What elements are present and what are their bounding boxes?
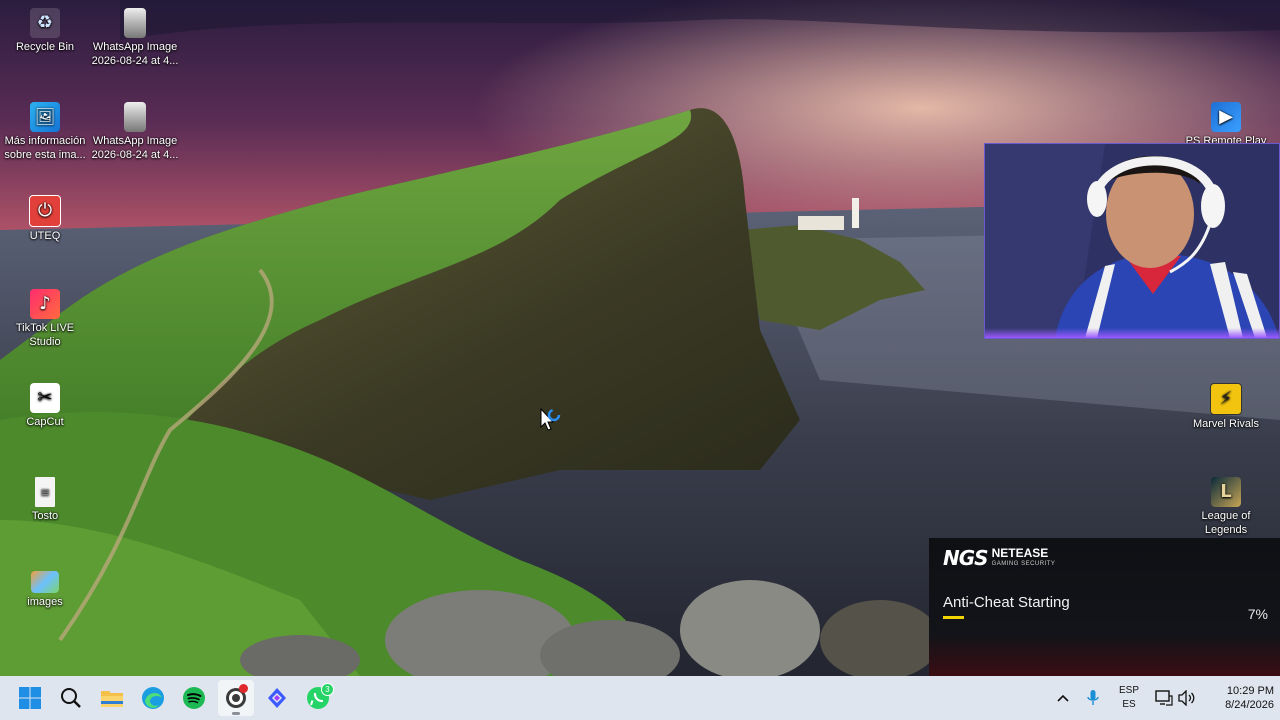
start-button[interactable] xyxy=(12,680,48,716)
desktop-icon-whatsapp-image-2[interactable]: WhatsApp Image 2026-08-24 at 4... xyxy=(90,102,180,162)
desktop-icon-label: CapCut xyxy=(26,416,64,428)
desktop-icon-marvel-rivals[interactable]: ⚡ Marvel Rivals xyxy=(1181,383,1271,431)
desktop-icon-tiktok-live-studio[interactable]: ♪ TikTok LIVE Studio xyxy=(0,289,90,349)
marvel-rivals-icon: ⚡ xyxy=(1210,383,1242,415)
spotify-icon xyxy=(183,687,205,709)
ngs-logo: NGS NETEASE GAMING SECURITY xyxy=(943,546,1055,570)
desktop-icon-recycle-bin[interactable]: ♻ Recycle Bin xyxy=(0,8,90,54)
anticheat-progress-bar xyxy=(943,616,964,619)
webcam-overlay xyxy=(984,143,1280,339)
whatsapp-button[interactable]: 3 xyxy=(300,680,336,716)
speaker-volume-icon xyxy=(1178,690,1195,706)
volume-button[interactable] xyxy=(1177,676,1197,720)
windows-logo-icon xyxy=(19,687,41,709)
spotify-button[interactable] xyxy=(176,680,212,716)
image-file-icon xyxy=(124,8,146,38)
input-keyboard-layout: ES xyxy=(1122,699,1136,710)
ngs-brand-name: NETEASE xyxy=(991,546,1049,560)
ngs-logo-mark: NGS xyxy=(943,546,989,570)
desktop-icon-label: images xyxy=(27,596,63,608)
desktop-icon-league-of-legends[interactable]: L League of Legends xyxy=(1181,477,1271,537)
microphone-icon xyxy=(1087,690,1099,705)
ngs-brand-subtitle: GAMING SECURITY xyxy=(991,561,1056,567)
desktop-icon-capcut[interactable]: ✂ CapCut xyxy=(0,383,90,429)
edge-icon xyxy=(142,687,164,709)
league-of-legends-icon: L xyxy=(1211,477,1241,507)
desktop-icon-label: TikTok LIVE Studio xyxy=(15,322,75,348)
show-hidden-icons-button[interactable] xyxy=(1052,676,1074,720)
input-language-code: ESP xyxy=(1118,685,1139,696)
image-file-icon xyxy=(124,102,146,132)
network-status-button[interactable] xyxy=(1154,676,1174,720)
capcut-icon xyxy=(268,688,286,708)
desktop-icon-label: WhatsApp Image 2026-08-24 at 4... xyxy=(91,135,179,161)
recycle-bin-icon: ♻ xyxy=(30,8,60,38)
capcut-icon: ✂ xyxy=(30,383,60,413)
desktop-icon-tosto[interactable]: ≡ Tosto xyxy=(0,477,90,523)
obs-recording-button[interactable] xyxy=(218,680,254,716)
anticheat-progress-percent: 7% xyxy=(1247,606,1268,622)
uteq-app-icon: ⏻ xyxy=(29,195,61,227)
desktop-icon-ps-remote-play[interactable]: ▶ PS Remote Play xyxy=(1181,102,1271,148)
network-ethernet-icon xyxy=(1155,690,1173,706)
edge-button[interactable] xyxy=(135,680,171,716)
chevron-up-icon xyxy=(1057,694,1069,702)
desktop-icon-label: WhatsApp Image 2026-08-24 at 4... xyxy=(91,41,179,67)
desktop-icon-uteq[interactable]: ⏻ UTEQ xyxy=(0,195,90,243)
clock-date: 8/24/2026 xyxy=(1225,699,1274,711)
desktop-icon-label: Tosto xyxy=(31,510,59,522)
desktop-icon-images[interactable]: images xyxy=(0,571,90,609)
ps-remote-play-icon: ▶ xyxy=(1211,102,1241,132)
anticheat-popup: NGS NETEASE GAMING SECURITY Anti-Cheat S… xyxy=(929,538,1280,676)
desktop-icon-spotlight-info[interactable]: 🖼 Más información sobre esta ima... xyxy=(0,102,90,162)
file-explorer-button[interactable] xyxy=(94,680,130,716)
input-language-indicator[interactable]: ESP ES xyxy=(1112,684,1146,712)
taskbar: 3 ESP ES 10:29 PM 8/24/2026 xyxy=(0,676,1280,720)
whatsapp-unread-badge: 3 xyxy=(321,683,334,696)
images-folder-icon xyxy=(31,571,59,593)
webcam-glow-border xyxy=(985,328,1279,338)
desktop-icon-label: UTEQ xyxy=(29,230,61,242)
tiktok-live-icon: ♪ xyxy=(30,289,60,319)
spotlight-info-icon: 🖼 xyxy=(30,102,60,132)
busy-spinner-icon xyxy=(547,408,561,422)
folder-icon xyxy=(101,691,123,707)
desktop-icon-label: Más información sobre esta ima... xyxy=(4,135,86,161)
desktop-icon-whatsapp-image-1[interactable]: WhatsApp Image 2026-08-24 at 4... xyxy=(90,8,180,68)
mouse-cursor-busy xyxy=(540,407,566,439)
microphone-in-use-button[interactable] xyxy=(1083,676,1103,720)
search-icon xyxy=(61,688,81,708)
desktop-icon-label: League of Legends xyxy=(1201,510,1251,536)
text-file-icon: ≡ xyxy=(35,477,55,507)
taskbar-clock[interactable]: 10:29 PM 8/24/2026 xyxy=(1198,684,1274,712)
clock-time: 10:29 PM xyxy=(1226,685,1274,697)
streamer-webcam-feed xyxy=(985,144,1279,338)
capcut-taskbar-button[interactable] xyxy=(259,680,295,716)
anticheat-status-text: Anti-Cheat Starting xyxy=(943,594,1070,611)
recording-indicator-dot xyxy=(239,684,248,693)
desktop-icon-label: Marvel Rivals xyxy=(1192,418,1259,430)
desktop-icon-label: Recycle Bin xyxy=(15,41,75,53)
search-button[interactable] xyxy=(53,680,89,716)
